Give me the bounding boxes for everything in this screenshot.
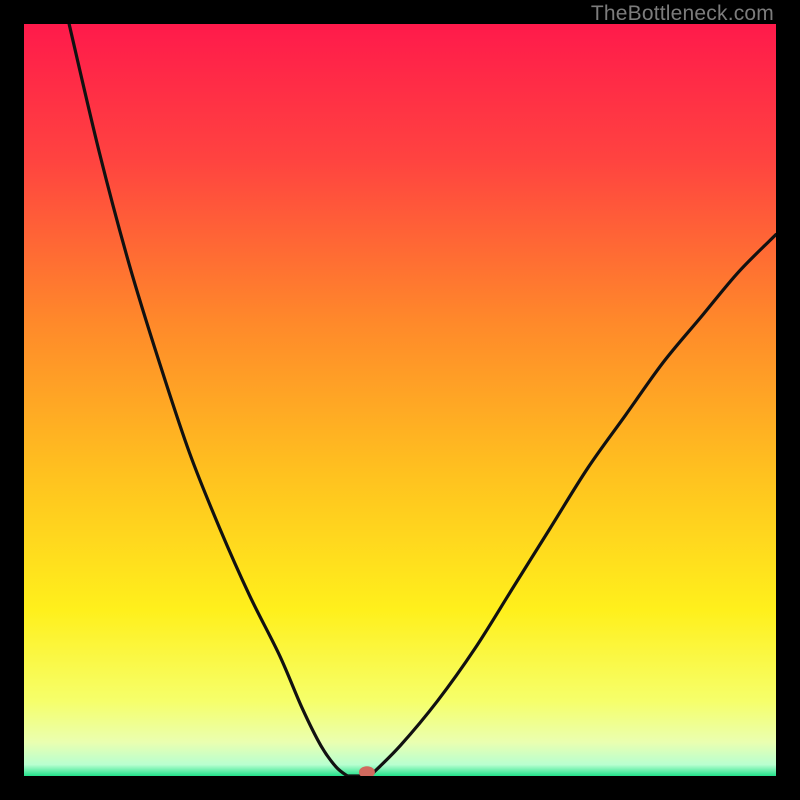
- gradient-background: [24, 24, 776, 776]
- bottleneck-chart: [24, 24, 776, 776]
- chart-frame: [24, 24, 776, 776]
- watermark-text: TheBottleneck.com: [591, 2, 774, 26]
